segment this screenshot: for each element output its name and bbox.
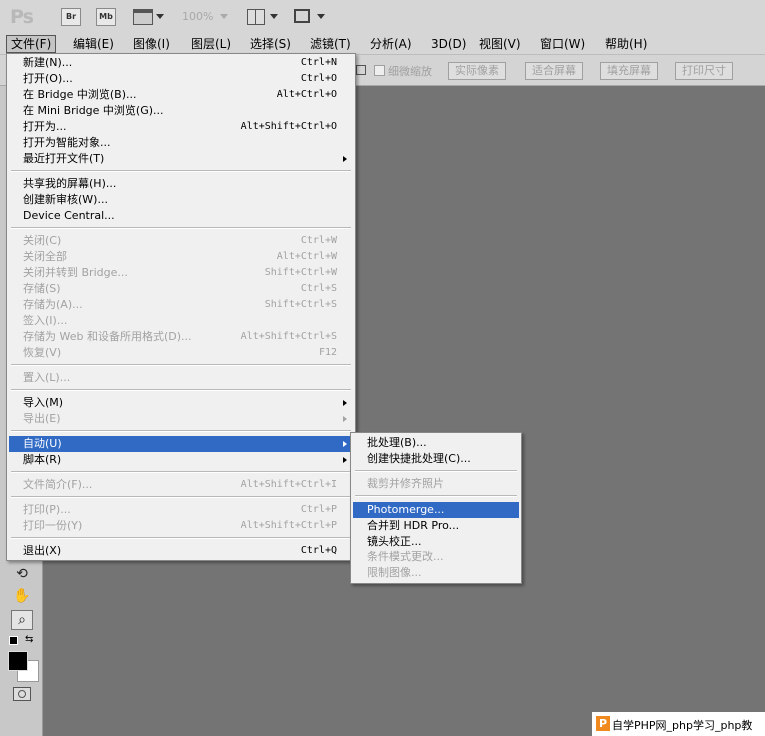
- mini-bridge-button[interactable]: Mb: [96, 8, 116, 26]
- menu-item-automate[interactable]: 自动(U): [9, 436, 353, 452]
- foreground-color-swatch[interactable]: [8, 651, 28, 671]
- menu-separator: [355, 470, 517, 472]
- scrubby-zoom-checkbox[interactable]: [374, 65, 385, 76]
- submenu-item-conditional-mode: 条件模式更改...: [367, 550, 444, 563]
- menu-window[interactable]: 窗口(W): [536, 36, 589, 52]
- menu-item-export: 导出(E): [9, 411, 353, 427]
- menu-separator: [11, 430, 351, 432]
- menu-item-exit[interactable]: 退出(X) Ctrl+Q: [9, 543, 353, 559]
- menu-item-device-central[interactable]: Device Central...: [9, 208, 353, 224]
- menu-bar: 文件(F) 编辑(E) 图像(I) 图层(L) 选择(S) 滤镜(T) 分析(A…: [0, 34, 765, 55]
- watermark-text: 自学PHP网_php学习_php教: [612, 719, 753, 732]
- resize-windows-checkbox[interactable]: [356, 65, 366, 75]
- menu-file[interactable]: 文件(F): [6, 35, 57, 53]
- hand-tool-icon[interactable]: ✋: [11, 586, 33, 606]
- menu-3d[interactable]: 3D(D): [427, 36, 470, 52]
- quick-mask-circle: [18, 690, 26, 698]
- scrubby-zoom-label: 细微缩放: [388, 65, 432, 78]
- menu-analysis[interactable]: 分析(A): [366, 36, 416, 52]
- menu-item-place: 置入(L)...: [23, 371, 71, 384]
- menu-item-open-as[interactable]: 打开为... Alt+Shift+Ctrl+O: [9, 119, 353, 135]
- screen-mode-icon[interactable]: [294, 9, 310, 23]
- arrange-dropdown-icon[interactable]: [270, 14, 278, 19]
- menu-item-file-info: 文件简介(F)... Alt+Shift+Ctrl+I: [23, 478, 337, 491]
- menu-separator: [11, 389, 351, 391]
- submenu-arrow-icon: [343, 416, 347, 422]
- menu-separator: [11, 471, 351, 473]
- submenu-item-merge-hdr[interactable]: 合并到 HDR Pro...: [353, 518, 519, 534]
- submenu-item-fit-image: 限制图像...: [367, 566, 422, 579]
- menu-separator: [11, 227, 351, 229]
- menu-layer[interactable]: 图层(L): [187, 36, 235, 52]
- submenu-item-crop-straighten: 裁剪并修齐照片: [367, 477, 444, 490]
- menu-item-share-screen[interactable]: 共享我的屏幕(H)...: [9, 176, 353, 192]
- menu-item-check-in: 签入(I)...: [23, 314, 68, 327]
- watermark: P 自学PHP网_php学习_php教: [592, 712, 765, 736]
- menu-item-browse-mini-bridge[interactable]: 在 Mini Bridge 中浏览(G)...: [9, 103, 353, 119]
- menu-help[interactable]: 帮助(H): [601, 36, 651, 52]
- swap-colors-icon[interactable]: ⇆: [25, 634, 33, 645]
- file-menu: 新建(N)... Ctrl+N 打开(O)... Ctrl+O 在 Bridge 中…: [6, 53, 356, 561]
- submenu-item-lens-correction[interactable]: 镜头校正...: [353, 534, 519, 550]
- menu-item-scripts[interactable]: 脚本(R): [9, 452, 353, 468]
- menu-filter[interactable]: 滤镜(T): [306, 36, 355, 52]
- menu-separator: [355, 495, 517, 497]
- zoom-dropdown-icon[interactable]: [220, 14, 228, 19]
- menu-item-recent-files[interactable]: 最近打开文件(T): [9, 151, 353, 167]
- menu-item-import[interactable]: 导入(M): [9, 395, 353, 411]
- menu-item-revert: 恢复(V) F12: [23, 346, 337, 359]
- submenu-item-photomerge[interactable]: Photomerge...: [353, 502, 519, 518]
- menu-separator: [11, 364, 351, 366]
- arrange-documents-icon[interactable]: [247, 9, 265, 25]
- view-extras-bar: [134, 10, 152, 13]
- menu-item-new[interactable]: 新建(N)... Ctrl+N: [9, 55, 353, 71]
- watermark-logo: P: [596, 716, 610, 731]
- view-extras-icon[interactable]: [133, 9, 153, 25]
- menu-separator: [11, 496, 351, 498]
- menu-item-save: 存储(S) Ctrl+S: [23, 282, 337, 295]
- menu-select[interactable]: 选择(S): [246, 36, 295, 52]
- automate-submenu: 批处理(B)... 创建快捷批处理(C)... 裁剪并修齐照片 Photomer…: [350, 432, 522, 584]
- menu-item-close: 关闭(C) Ctrl+W: [23, 234, 337, 247]
- menu-item-print-one-copy: 打印一份(Y) Alt+Shift+Ctrl+P: [23, 519, 337, 532]
- photoshop-logo: Ps: [10, 6, 34, 28]
- quick-mask-icon[interactable]: [13, 687, 31, 701]
- menu-item-close-go-bridge: 关闭并转到 Bridge... Shift+Ctrl+W: [23, 266, 337, 279]
- menu-item-save-for-web: 存储为 Web 和设备所用格式(D)... Alt+Shift+Ctrl+S: [23, 330, 337, 343]
- menu-item-new-review[interactable]: 创建新审核(W)...: [9, 192, 353, 208]
- screen-mode-dropdown-icon[interactable]: [317, 14, 325, 19]
- menu-item-close-all: 关闭全部 Alt+Ctrl+W: [23, 250, 337, 263]
- submenu-arrow-icon: [343, 156, 347, 162]
- menu-item-print: 打印(P)... Ctrl+P: [23, 503, 337, 516]
- menu-item-open[interactable]: 打开(O)... Ctrl+O: [9, 71, 353, 87]
- menu-item-browse-bridge[interactable]: 在 Bridge 中浏览(B)... Alt+Ctrl+O: [9, 87, 353, 103]
- bridge-button[interactable]: Br: [61, 8, 81, 26]
- fit-screen-button[interactable]: 适合屏幕: [525, 62, 583, 80]
- zoom-level[interactable]: 100%: [182, 10, 213, 23]
- submenu-item-batch[interactable]: 批处理(B)...: [353, 435, 519, 451]
- menu-edit[interactable]: 编辑(E): [69, 36, 118, 52]
- fill-screen-button[interactable]: 填充屏幕: [600, 62, 658, 80]
- submenu-arrow-icon: [343, 441, 347, 447]
- menu-image[interactable]: 图像(I): [129, 36, 174, 52]
- zoom-tool-icon[interactable]: ⌕: [11, 610, 33, 630]
- menu-item-save-as: 存储为(A)... Shift+Ctrl+S: [23, 298, 337, 311]
- actual-pixels-button[interactable]: 实际像素: [448, 62, 506, 80]
- submenu-arrow-icon: [343, 457, 347, 463]
- menu-view[interactable]: 视图(V): [475, 36, 525, 52]
- application-bar: Ps Br Mb 100%: [0, 0, 765, 35]
- arrange-divider: [255, 10, 256, 24]
- view-extras-dropdown-icon[interactable]: [156, 14, 164, 19]
- menu-separator: [11, 170, 351, 172]
- submenu-item-create-droplet[interactable]: 创建快捷批处理(C)...: [353, 451, 519, 467]
- submenu-arrow-icon: [343, 400, 347, 406]
- default-colors-icon[interactable]: [9, 636, 18, 645]
- print-size-button[interactable]: 打印尺寸: [675, 62, 733, 80]
- menu-item-open-smart-object[interactable]: 打开为智能对象...: [9, 135, 353, 151]
- rotate-view-tool-icon[interactable]: ⟲: [11, 564, 33, 584]
- menu-separator: [11, 537, 351, 539]
